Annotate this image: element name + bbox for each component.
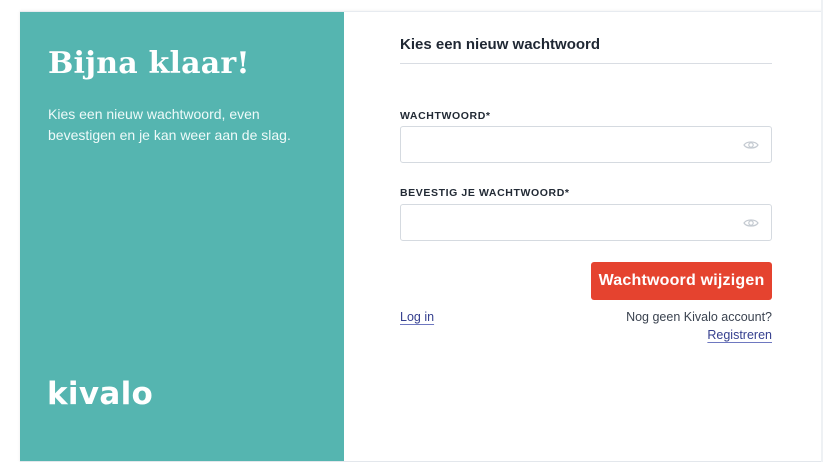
password-field-wrapper bbox=[400, 126, 772, 163]
password-label: WACHTWOORD* bbox=[400, 110, 491, 122]
confirm-password-label: BEVESTIG JE WACHTWOORD* bbox=[400, 187, 570, 199]
password-input[interactable] bbox=[401, 127, 751, 160]
eye-icon bbox=[743, 141, 759, 149]
confirm-password-input[interactable] bbox=[401, 205, 751, 238]
form-title: Kies een nieuw wachtwoord bbox=[400, 36, 772, 64]
brand-panel: Bijna klaar! Kies een nieuw wachtwoord, … bbox=[20, 12, 344, 461]
confirm-password-field-wrapper bbox=[400, 204, 772, 241]
login-link[interactable]: Log in bbox=[400, 310, 434, 324]
page-heading: Bijna klaar! bbox=[48, 46, 250, 81]
eye-icon bbox=[743, 219, 759, 227]
form-panel: Kies een nieuw wachtwoord WACHTWOORD* BE… bbox=[344, 12, 823, 461]
intro-text: Kies een nieuw wachtwoord, even bevestig… bbox=[48, 106, 291, 143]
show-password-eye-icon[interactable] bbox=[743, 138, 759, 150]
no-account-text: Nog geen Kivalo account? bbox=[626, 310, 772, 324]
register-link[interactable]: Registreren bbox=[707, 328, 772, 342]
show-confirm-password-eye-icon[interactable] bbox=[743, 216, 759, 228]
kivalo-logo: kivalo bbox=[47, 376, 154, 412]
reset-password-card: Bijna klaar! Kies een nieuw wachtwoord, … bbox=[20, 11, 823, 462]
change-password-button[interactable]: Wachtwoord wijzigen bbox=[591, 262, 772, 300]
